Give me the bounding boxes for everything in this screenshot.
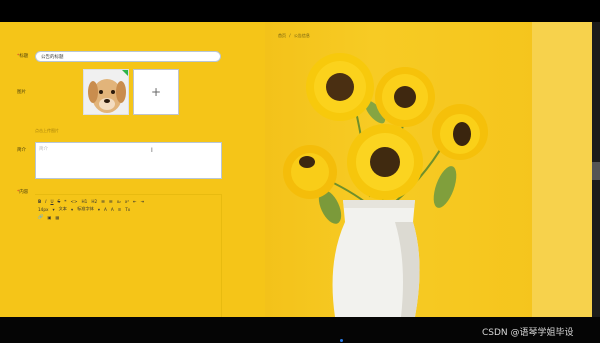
rich-text-toolbar: B I U S ❝ <> H1 H2 ☰ ☰ x₂ x² ⇤ ⇥ 14px ▾ … [38, 194, 198, 221]
toolbar-row-1: B I U S ❝ <> H1 H2 ☰ ☰ x₂ x² ⇤ ⇥ [38, 197, 198, 205]
italic-button[interactable]: I [45, 199, 46, 204]
video-icon[interactable]: ▦ [55, 215, 59, 220]
superscript-button[interactable]: x² [125, 199, 129, 204]
right-margin-band [532, 22, 592, 317]
content-label: *内容 [17, 190, 29, 195]
sunflower-background-image [265, 22, 535, 317]
upload-hint: 点击上传图片 [35, 128, 59, 133]
breadcrumb-separator: / [289, 33, 291, 38]
chevron-down-icon[interactable]: ▾ [52, 207, 54, 212]
toolbar-row-3: 🔗 ▣ ▦ [38, 213, 198, 221]
breadcrumb-current: 公告信息 [293, 33, 310, 38]
outdent-button[interactable]: ⇤ [133, 199, 137, 204]
breadcrumb: 首页 / 公告信息 [278, 33, 310, 39]
image-label: 图片 [17, 90, 26, 95]
sunflower-vase-illustration [283, 53, 488, 317]
font-color-button[interactable]: A [104, 207, 107, 212]
toolbar-row-2: 14px ▾ 文本 ▾ 标准字体 ▾ A A ≡ Tx [38, 205, 198, 213]
text-cursor-icon: I [151, 147, 153, 154]
text-style-select[interactable]: 文本 [59, 206, 67, 212]
font-family-select[interactable]: 标准字体 [77, 206, 94, 212]
side-collapse-handle[interactable] [592, 162, 600, 180]
strikethrough-button[interactable]: S [58, 199, 61, 204]
summary-textarea[interactable]: 简介 [35, 142, 222, 179]
heading1-button[interactable]: H1 [82, 199, 88, 204]
summary-label: 简介 [17, 148, 26, 153]
dog-photo-icon [84, 70, 128, 114]
align-button[interactable]: ≡ [118, 207, 122, 212]
heading2-button[interactable]: H2 [91, 199, 97, 204]
code-button[interactable]: <> [70, 199, 77, 204]
title-label: *标题 [17, 54, 29, 59]
image-icon[interactable]: ▣ [47, 215, 51, 220]
quote-button[interactable]: ❝ [64, 199, 66, 204]
title-input[interactable]: 公告的标题 [35, 51, 221, 62]
editor-right-border [221, 194, 222, 317]
uploaded-image-thumbnail[interactable] [83, 69, 129, 115]
font-size-select[interactable]: 14px [38, 207, 48, 212]
underline-button[interactable]: U [50, 199, 53, 204]
taskbar-indicator [340, 339, 343, 342]
ordered-list-button[interactable]: ☰ [101, 199, 105, 204]
image-upload-button[interactable]: + [133, 69, 179, 115]
chevron-down-icon[interactable]: ▾ [71, 207, 73, 212]
subscript-button[interactable]: x₂ [117, 199, 121, 204]
link-icon[interactable]: 🔗 [38, 214, 43, 220]
breadcrumb-home[interactable]: 首页 [278, 33, 286, 38]
background-color-button[interactable]: A [111, 207, 114, 212]
bullet-list-button[interactable]: ☰ [109, 199, 113, 204]
app-window: 首页 / 公告信息 *标题 公告的标题 图片 + 点击上传图片 简介 简介 I … [0, 22, 600, 317]
indent-button[interactable]: ⇥ [141, 199, 145, 204]
clear-format-button[interactable]: Tx [125, 207, 130, 212]
bold-button[interactable]: B [38, 199, 41, 204]
watermark: CSDN @语琴学姐毕设 [482, 328, 574, 338]
chevron-down-icon[interactable]: ▾ [98, 207, 100, 212]
